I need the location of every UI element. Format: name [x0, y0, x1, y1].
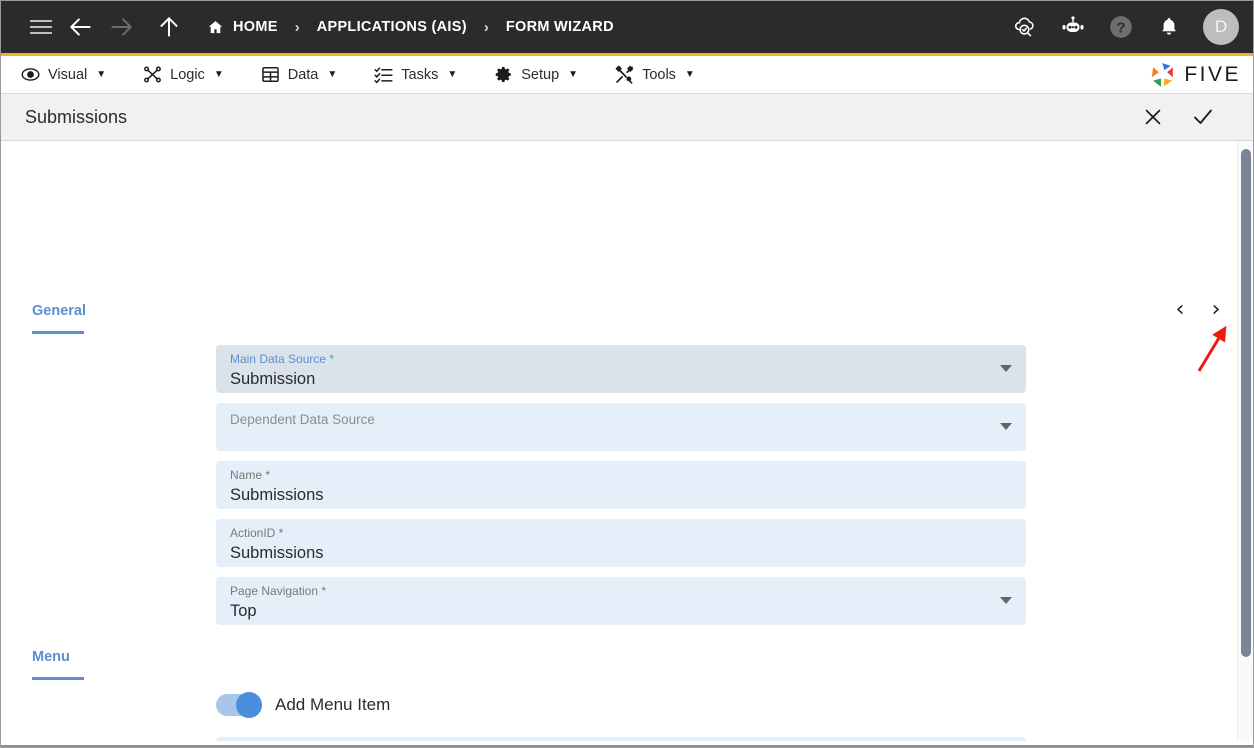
add-menu-item-toggle-row: Add Menu Item — [216, 694, 390, 716]
tools-icon — [615, 65, 634, 84]
field-action-id[interactable]: ActionID * Submissions — [216, 519, 1026, 567]
menu-item-visual[interactable]: Visual ▼ — [21, 65, 106, 84]
menu-item-tools[interactable]: Tools ▼ — [615, 65, 695, 84]
add-menu-item-label: Add Menu Item — [275, 695, 390, 715]
field-name[interactable]: Name * Submissions — [216, 461, 1026, 509]
chevron-down-icon[interactable] — [1000, 423, 1012, 430]
brand-name: FIVE — [1184, 63, 1241, 87]
breadcrumb-item-form-wizard[interactable]: FORM WIZARD — [506, 19, 614, 35]
next-page-chevron[interactable]: › — [1207, 299, 1225, 321]
close-icon[interactable] — [1133, 97, 1173, 137]
field-caption[interactable]: Caption * Submissions — [216, 737, 1026, 741]
record-pager: ‹ › — [1171, 299, 1225, 321]
page-title: Submissions — [25, 107, 1133, 128]
breadcrumb-label-applications: APPLICATIONS (AIS) — [317, 19, 467, 35]
table-grid-icon — [261, 65, 280, 84]
application-window: HOME › APPLICATIONS (AIS) › FORM WIZARD — [0, 0, 1254, 748]
confirm-check-icon[interactable] — [1183, 97, 1223, 137]
top-navigation-bar: HOME › APPLICATIONS (AIS) › FORM WIZARD — [1, 1, 1253, 56]
main-menu-bar: Visual ▼ Logic ▼ — [1, 56, 1253, 94]
chevron-down-icon[interactable] — [1000, 365, 1012, 372]
menu-label-setup: Setup — [521, 67, 559, 83]
field-label-action-id: ActionID * — [230, 526, 1012, 541]
top-bar-actions: ? D — [1003, 5, 1239, 49]
chevron-down-icon: ▼ — [685, 69, 695, 80]
menu-label-tasks: Tasks — [401, 67, 438, 83]
menu-label-tools: Tools — [642, 67, 676, 83]
five-logo: FIVE — [1149, 61, 1241, 89]
menu-item-tasks[interactable]: Tasks ▼ — [374, 65, 457, 84]
field-value-page-navigation: Top — [230, 600, 1012, 622]
previous-page-chevron[interactable]: ‹ — [1171, 299, 1189, 321]
arrow-left-icon[interactable] — [61, 7, 101, 47]
menu-label-data: Data — [288, 67, 319, 83]
field-value-action-id: Submissions — [230, 542, 1012, 564]
chevron-down-icon: ▼ — [568, 69, 578, 80]
field-value-name: Submissions — [230, 484, 1012, 506]
chevron-down-icon: ▼ — [327, 69, 337, 80]
arrow-right-icon[interactable] — [101, 7, 141, 47]
eye-icon — [21, 65, 40, 84]
breadcrumb-separator-1: › — [295, 19, 300, 36]
chevron-down-icon: ▼ — [96, 69, 106, 80]
logic-nodes-icon — [143, 65, 162, 84]
breadcrumb-label-form-wizard: FORM WIZARD — [506, 19, 614, 35]
breadcrumb-label-home: HOME — [233, 19, 278, 35]
five-pinwheel-icon — [1149, 61, 1177, 89]
field-dependent-data-source[interactable]: Dependent Data Source — [216, 403, 1026, 451]
vertical-scrollbar[interactable] — [1237, 141, 1253, 741]
menu-label-visual: Visual — [48, 67, 87, 83]
annotation-arrow-icon — [1189, 321, 1235, 386]
robot-icon[interactable] — [1051, 5, 1095, 49]
section-label-general: General — [32, 303, 86, 334]
field-main-data-source[interactable]: Main Data Source * Submission — [216, 345, 1026, 393]
form-header: Submissions — [1, 94, 1253, 141]
field-label-main-data-source: Main Data Source * — [230, 352, 1012, 367]
home-icon — [207, 19, 224, 36]
gear-icon — [494, 65, 513, 84]
breadcrumb-item-home[interactable]: HOME — [207, 19, 278, 36]
menu-item-logic[interactable]: Logic ▼ — [143, 65, 224, 84]
checklist-icon — [374, 65, 393, 84]
chevron-down-icon: ▼ — [447, 69, 457, 80]
svg-text:?: ? — [1116, 19, 1125, 36]
breadcrumb: HOME › APPLICATIONS (AIS) › FORM WIZARD — [207, 19, 1003, 36]
breadcrumb-separator-2: › — [484, 19, 489, 36]
section-label-menu: Menu — [32, 649, 84, 680]
scrollbar-thumb[interactable] — [1241, 149, 1251, 657]
chevron-down-icon: ▼ — [214, 69, 224, 80]
field-value-main-data-source: Submission — [230, 368, 1012, 390]
field-placeholder-dependent-data-source: Dependent Data Source — [230, 410, 1012, 429]
arrow-up-icon[interactable] — [149, 7, 189, 47]
menu-label-logic: Logic — [170, 67, 205, 83]
cloud-check-icon[interactable] — [1003, 5, 1047, 49]
field-label-name: Name * — [230, 468, 1012, 483]
field-page-navigation[interactable]: Page Navigation * Top — [216, 577, 1026, 625]
field-label-page-navigation: Page Navigation * — [230, 584, 1012, 599]
help-icon[interactable]: ? — [1099, 5, 1143, 49]
form-content: General Menu Pages ‹ › — [1, 141, 1253, 741]
chevron-down-icon[interactable] — [1000, 597, 1012, 604]
add-menu-item-toggle[interactable] — [216, 694, 260, 716]
toggle-knob — [236, 692, 262, 718]
breadcrumb-item-applications[interactable]: APPLICATIONS (AIS) — [317, 19, 467, 35]
form-body: General Menu Pages ‹ › — [1, 141, 1253, 741]
avatar[interactable]: D — [1203, 9, 1239, 45]
window-bottom-edge — [1, 745, 1253, 747]
menu-item-data[interactable]: Data ▼ — [261, 65, 338, 84]
bell-icon[interactable] — [1147, 5, 1191, 49]
menu-item-setup[interactable]: Setup ▼ — [494, 65, 578, 84]
hamburger-icon[interactable] — [21, 7, 61, 47]
